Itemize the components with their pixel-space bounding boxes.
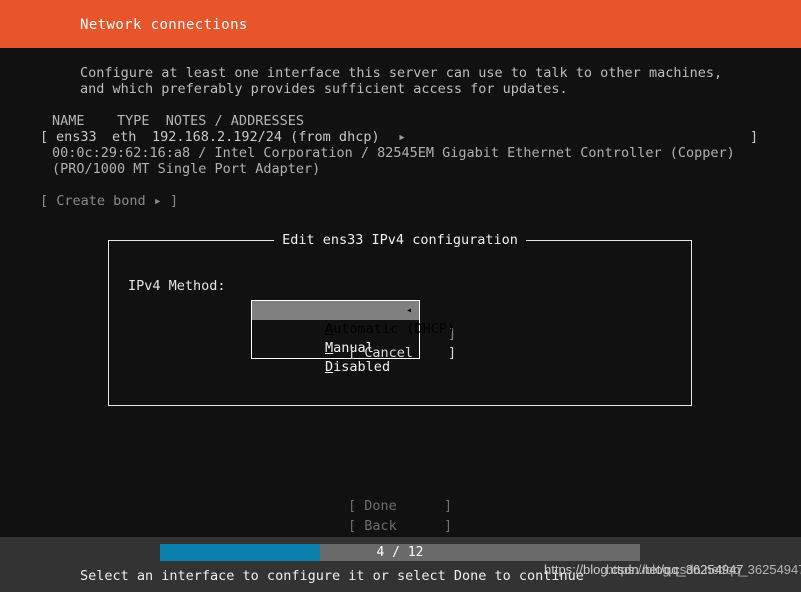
progress-bar-text: 4 / 12 — [376, 545, 424, 560]
dropdown-option-accel-key: D — [325, 359, 334, 375]
chevron-right-icon[interactable]: ▸ — [398, 129, 406, 145]
table-column-headers: NAME TYPE NOTES / ADDRESSES — [52, 113, 304, 129]
back-button[interactable]: [ Back — [348, 518, 397, 534]
intro-line-2: and which preferably provides sufficient… — [80, 81, 568, 97]
done-button[interactable]: [ Done — [348, 498, 397, 514]
terminal-body: Configure at least one interface this se… — [0, 48, 801, 537]
caret-left-icon: ◂ — [405, 305, 412, 316]
interface-name[interactable]: ens33 — [56, 129, 97, 145]
dropdown-option-label: isabled — [333, 359, 391, 375]
interface-address: 192.168.2.192/24 (from dhcp) — [152, 129, 380, 145]
app-header: Network connections — [0, 0, 801, 48]
intro-line-1: Configure at least one interface this se… — [80, 65, 723, 81]
interface-row-open-bracket: [ — [40, 129, 49, 145]
edit-ipv4-configuration-dialog: Edit ens33 IPv4 configuration IPv4 Metho… — [108, 232, 692, 406]
dialog-title: Edit ens33 IPv4 configuration — [274, 232, 526, 248]
cancel-button[interactable]: [ Cancel — [348, 345, 413, 361]
footer-bar: 4 / 12 Select an interface to configure … — [0, 537, 801, 592]
dropdown-option-automatic-dhcp[interactable]: Automatic (DHCP) ◂ — [252, 301, 455, 337]
status-hint-text: Select an interface to configure it or s… — [80, 568, 584, 584]
create-bond-button[interactable]: [ Create bond ▸ ] — [40, 193, 178, 209]
page-title: Network connections — [80, 17, 248, 33]
done-button-bracket[interactable]: ] — [444, 498, 452, 514]
back-button-bracket[interactable]: ] — [444, 518, 452, 534]
dropdown-option-manual[interactable]: Manual — [252, 320, 419, 356]
ipv4-method-label: IPv4 Method: — [128, 278, 226, 294]
interface-hardware-line-1: 00:0c:29:62:16:a8 / Intel Corporation / … — [52, 145, 735, 161]
interface-row-close-bracket: ] — [750, 129, 759, 145]
interface-hardware-line-2: (PRO/1000 MT Single Port Adapter) — [52, 161, 321, 177]
interface-type: eth — [112, 129, 137, 145]
cancel-button-bracket[interactable]: ] — [448, 345, 456, 361]
